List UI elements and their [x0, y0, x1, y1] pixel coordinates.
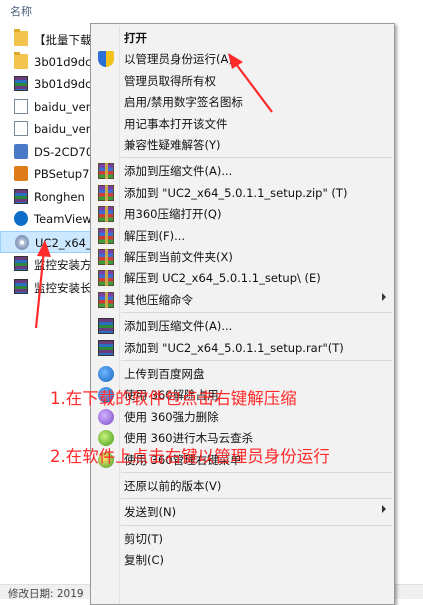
annotation-step-1: 1.在下载的软件包点击右键解压缩 [50, 389, 297, 408]
menu-item[interactable]: 管理员取得所有权 [93, 70, 392, 91]
menu-item-label: 解压到(F)... [124, 228, 186, 243]
context-menu: 打开以管理员身份运行(A) 管理员取得所有权启用/禁用数字签名图标 用记事本打开该文… [90, 23, 395, 605]
menu-item[interactable]: 其他压缩命令 [93, 289, 392, 310]
status-text: 修改日期: 2019 [8, 588, 84, 600]
360zip-icon [98, 227, 114, 244]
menu-item-label: 启用/禁用数字签名图标 [124, 95, 243, 110]
menu-item-label: 打开 [124, 31, 147, 45]
menu-item[interactable]: 启用/禁用数字签名图标 [93, 91, 392, 112]
file-name: 监控安装长 [34, 280, 92, 295]
menu-item[interactable]: 用记事本打开该文件 [93, 113, 392, 134]
document-icon [14, 121, 28, 136]
menu-item[interactable]: 上传到百度网盘 [93, 363, 392, 384]
menu-item-label: 其他压缩命令 [124, 292, 193, 307]
menu-item-label: 兼容性疑难解答(Y) [124, 138, 221, 152]
winrar-icon [14, 76, 28, 91]
menu-item[interactable]: 打开 [93, 27, 392, 48]
document-icon [14, 98, 28, 114]
submenu-arrow-icon [382, 292, 386, 301]
menu-item-label: 用360压缩打开(Q) [124, 207, 222, 222]
winrar-icon [98, 318, 114, 335]
menu-item-label: 还原以前的版本(V) [124, 479, 222, 493]
360zip-icon [98, 206, 114, 223]
360zip-icon [98, 163, 114, 180]
menu-separator [121, 472, 392, 473]
file-name: Ronghen [34, 189, 85, 204]
winrar-icon [14, 188, 28, 204]
name-column-header[interactable]: 名称 [10, 3, 32, 19]
file-name: DS-2CD70 [34, 144, 94, 159]
baidu-netdisk-icon [98, 366, 114, 382]
menu-item[interactable]: 添加到压缩文件(A)... [93, 160, 392, 181]
menu-item[interactable]: 解压到当前文件夹(X) [93, 246, 392, 267]
menu-item[interactable]: 发送到(N) [93, 501, 392, 522]
menu-item-label: 添加到压缩文件(A)... [124, 319, 233, 334]
menu-separator [121, 524, 392, 526]
file-name: TeamView [34, 212, 92, 226]
menu-item[interactable]: 用360压缩打开(Q) [93, 203, 392, 224]
column-header: 名称 [0, 0, 423, 22]
file-name: 3b01d9dc [34, 77, 92, 91]
uac-shield-icon [98, 51, 114, 68]
menu-item-label: 管理员取得所有权 [124, 73, 216, 88]
file-name: baidu_ver [34, 99, 91, 114]
menu-separator [121, 498, 392, 500]
menu-item-label: 解压到 UC2_x64_5.0.1.1_setup\ (E) [124, 271, 321, 286]
menu-item[interactable]: 剪切(T) [93, 528, 392, 549]
menu-separator [121, 312, 392, 314]
menu-item[interactable]: 解压到(F)... [93, 225, 392, 246]
menu-item[interactable]: 复制(C) [93, 549, 392, 570]
file-name: 监控安装方 [34, 258, 92, 272]
360zip-icon [98, 184, 114, 201]
menu-item-label: 复制(C) [124, 553, 165, 568]
menu-item-label: 发送到(N) [124, 505, 177, 520]
annotation-step-2: 2.在软件上点击右键以管理员身份运行 [50, 447, 330, 466]
winrar-icon [98, 339, 114, 356]
winrar-icon [14, 256, 28, 271]
computer-icon [14, 143, 28, 159]
menu-item[interactable]: 还原以前的版本(V) [93, 475, 392, 496]
folder-icon [14, 51, 28, 69]
file-name: 3b01d9dc [34, 54, 92, 69]
360zip-icon [98, 270, 114, 287]
menu-item[interactable]: 解压到 UC2_x64_5.0.1.1_setup\ (E) [93, 267, 392, 288]
360-delete-icon [98, 408, 114, 425]
file-name: PBSetup7 [34, 167, 90, 181]
360zip-icon [98, 249, 114, 265]
menu-item-label: 用记事本打开该文件 [124, 116, 228, 131]
menu-item[interactable]: 兼容性疑难解答(Y) [93, 134, 392, 155]
menu-separator [121, 360, 392, 361]
file-name: baidu_ver [34, 122, 91, 136]
file-name: UC2_x64_ [35, 235, 92, 250]
menu-item-label: 使用 360强力删除 [124, 409, 219, 424]
menu-item-label: 上传到百度网盘 [124, 367, 205, 381]
menu-item-label: 添加到 "UC2_x64_5.0.1.1_setup.rar"(T) [124, 340, 344, 355]
menu-item-label: 剪切(T) [124, 531, 163, 546]
folder-icon [14, 29, 28, 46]
winrar-icon [14, 278, 28, 294]
menu-item-label: 解压到当前文件夹(X) [124, 250, 233, 264]
menu-item[interactable]: 添加到 "UC2_x64_5.0.1.1_setup.rar"(T) [93, 337, 392, 358]
submenu-arrow-icon [382, 505, 386, 514]
file-name: 【批量下载 [34, 33, 92, 47]
menu-item[interactable]: 以管理员身份运行(A) [93, 48, 392, 69]
teamviewer-icon [14, 211, 28, 226]
menu-item[interactable]: 添加到压缩文件(A)... [93, 315, 392, 336]
menu-separator [121, 157, 392, 159]
menu-item-label: 添加到 "UC2_x64_5.0.1.1_setup.zip" (T) [124, 185, 348, 200]
installer-icon [14, 166, 28, 181]
disc-icon [15, 234, 29, 250]
menu-item-label: 以管理员身份运行(A) [124, 52, 233, 67]
menu-item[interactable]: 添加到 "UC2_x64_5.0.1.1_setup.zip" (T) [93, 182, 392, 203]
menu-item-label: 添加到压缩文件(A)... [124, 164, 233, 179]
360zip-icon [98, 291, 114, 308]
